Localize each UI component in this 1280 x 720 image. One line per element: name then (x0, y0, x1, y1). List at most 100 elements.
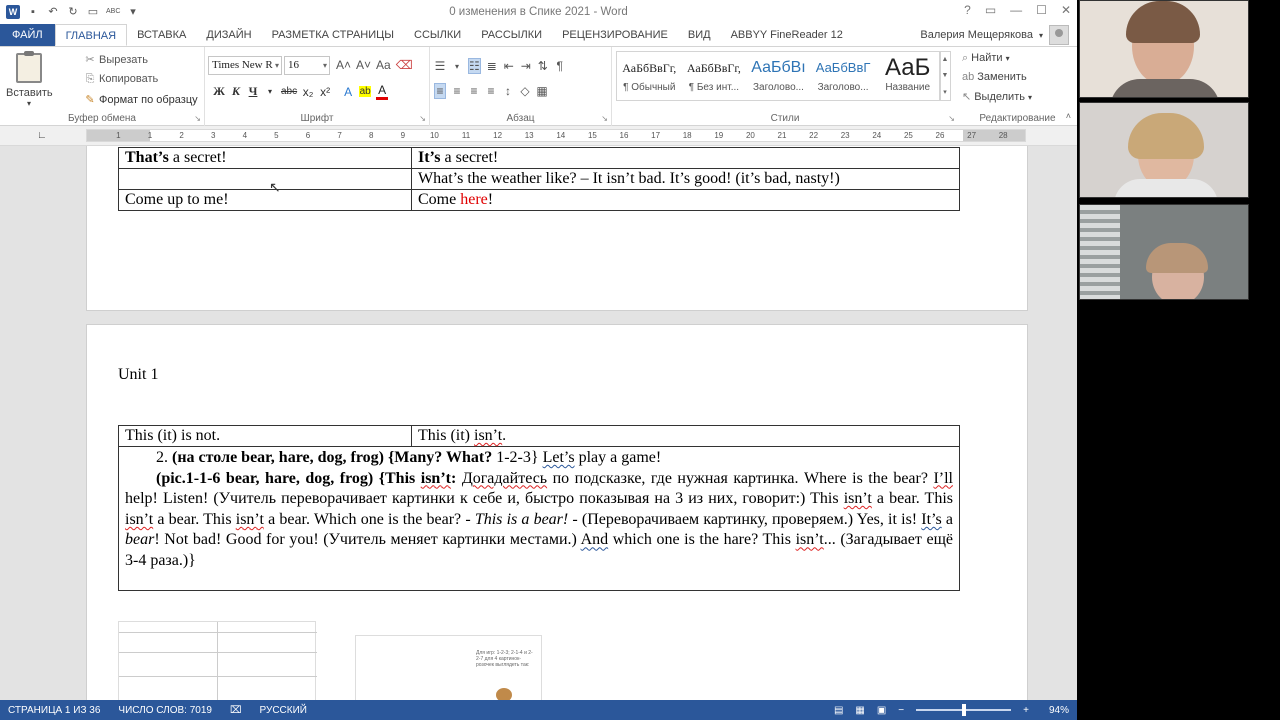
minimize-button[interactable]: — (1010, 3, 1022, 17)
redo-icon[interactable]: ↻ (66, 5, 80, 19)
tab-home[interactable]: ГЛАВНАЯ (54, 24, 128, 46)
table-cell[interactable]: This (it) isn’t. (411, 425, 960, 447)
format-painter-button[interactable]: ✎ Формат по образцу (84, 93, 197, 106)
style-no-spacing[interactable]: АаБбВвГг, ¶ Без инт... (682, 52, 747, 100)
proofing-icon[interactable]: ⌧ (230, 705, 242, 716)
spelling-icon[interactable]: ABC (106, 5, 120, 19)
bullets-icon[interactable]: ☰ (434, 59, 446, 73)
underline-button[interactable]: Ч (247, 84, 259, 99)
align-center-icon[interactable]: ≡ (451, 84, 463, 98)
tab-insert[interactable]: ВСТАВКА (127, 24, 196, 46)
style-title[interactable]: АаБ Название (875, 52, 940, 100)
print-layout-icon[interactable]: ▦ (855, 705, 864, 716)
highlight-button[interactable]: ab (359, 86, 372, 97)
participant-video[interactable] (1079, 102, 1249, 198)
save-icon[interactable]: ▪ (26, 5, 40, 19)
table-cell[interactable]: Come up to me! (118, 189, 412, 211)
replace-button[interactable]: ab Заменить (962, 71, 1027, 83)
help-button[interactable]: ? (964, 3, 971, 17)
italic-button[interactable]: К (230, 84, 242, 99)
undo-icon[interactable]: ↶ (46, 5, 60, 19)
font-size-combo[interactable]: 16 ▾ (284, 56, 330, 75)
font-name-combo[interactable]: Times New R ▾ (208, 56, 282, 75)
zoom-out-icon[interactable]: − (898, 705, 904, 716)
clear-formatting-icon[interactable]: ⌫ (396, 58, 413, 72)
tab-page-layout[interactable]: РАЗМЕТКА СТРАНИЦЫ (262, 24, 404, 46)
style-normal[interactable]: АаБбВвГг, ¶ Обычный (617, 52, 682, 100)
dialog-launcher-icon[interactable]: ↘ (194, 114, 201, 123)
zoom-in-icon[interactable]: + (1023, 705, 1029, 716)
styles-scroll[interactable]: ▲ ▼ ▾ (939, 51, 951, 101)
change-case-button[interactable]: Aa (376, 58, 391, 72)
find-button[interactable]: ⌕ Найти ▾ (962, 52, 1010, 65)
table-cell[interactable]: 2. (на столе bear, hare, dog, frog) {Man… (118, 446, 960, 591)
justify-icon[interactable]: ≡ (485, 84, 497, 98)
table-cell[interactable]: That’s a secret! (118, 147, 412, 169)
close-button[interactable]: ✕ (1061, 3, 1071, 17)
user-account[interactable]: Валерия Мещерякова ▾ (920, 24, 1069, 46)
numbering-icon[interactable]: ☷ (468, 58, 481, 74)
chevron-down-icon[interactable]: ▼ (942, 72, 949, 79)
word-count[interactable]: ЧИСЛО СЛОВ: 7019 (118, 705, 212, 716)
shading-icon[interactable]: ◇ (519, 84, 531, 98)
style-heading-2[interactable]: АаБбВвГ Заголово... (811, 52, 876, 100)
line-spacing-icon[interactable]: ↕ (502, 84, 514, 98)
dialog-launcher-icon[interactable]: ↘ (419, 114, 426, 123)
embedded-table-image[interactable] (118, 621, 317, 700)
select-button[interactable]: ↖ Выделить ▾ (962, 90, 1032, 103)
grow-font-button[interactable]: A˄ (336, 58, 351, 72)
tab-references[interactable]: ССЫЛКИ (404, 24, 471, 46)
page-indicator[interactable]: СТРАНИЦА 1 ИЗ 36 (8, 705, 100, 716)
tab-selector-icon[interactable]: ∟ (37, 130, 47, 141)
align-right-icon[interactable]: ≡ (468, 84, 480, 98)
text-effects-button[interactable]: A (342, 85, 354, 99)
read-mode-icon[interactable]: ▤ (834, 705, 843, 716)
tab-file[interactable]: ФАЙЛ (0, 24, 55, 46)
tab-design[interactable]: ДИЗАЙН (196, 24, 261, 46)
collapse-ribbon-icon[interactable]: ˄ (1066, 111, 1071, 121)
zoom-slider[interactable] (916, 704, 1012, 716)
show-marks-icon[interactable]: ¶ (554, 59, 566, 73)
table-cell[interactable]: This (it) is not. (118, 425, 412, 447)
web-layout-icon[interactable]: ▣ (877, 705, 886, 716)
shrink-font-button[interactable]: A˅ (356, 58, 371, 72)
table-cell[interactable]: Come here! (411, 189, 960, 211)
dialog-launcher-icon[interactable]: ↘ (948, 114, 955, 123)
table-cell[interactable] (118, 168, 412, 190)
style-heading-1[interactable]: АаБбВı Заголово... (746, 52, 811, 100)
copy-button[interactable]: ⎘ Копировать (84, 73, 159, 86)
table-cell[interactable]: What’s the weather like? – It isn’t bad.… (411, 168, 960, 190)
participant-video[interactable] (1079, 204, 1249, 300)
subscript-button[interactable]: x₂ (302, 85, 314, 99)
participant-video[interactable] (1079, 0, 1249, 98)
cut-button[interactable]: ✂ Вырезать (84, 53, 148, 66)
embedded-picture[interactable]: Для игр: 1-2-3; 2-1-4 и 2-2-7 для 4 карт… (355, 635, 542, 700)
zoom-level[interactable]: 94% (1049, 705, 1069, 716)
maximize-button[interactable]: ☐ (1036, 3, 1047, 17)
customize-toolbar-icon[interactable]: ▾ (126, 5, 140, 19)
sort-icon[interactable]: ⇅ (537, 59, 549, 73)
align-left-icon[interactable]: ≡ (434, 83, 446, 99)
strikethrough-button[interactable]: abc (281, 86, 297, 97)
tab-review[interactable]: РЕЦЕНЗИРОВАНИЕ (552, 24, 678, 46)
dialog-launcher-icon[interactable]: ↘ (601, 114, 608, 123)
decrease-indent-icon[interactable]: ⇤ (503, 59, 515, 73)
tab-abbyy[interactable]: ABBYY FineReader 12 (721, 24, 853, 46)
multilevel-list-icon[interactable]: ≣ (486, 59, 498, 73)
font-color-button[interactable]: A (376, 83, 389, 100)
ribbon-display-button[interactable]: ▭ (985, 3, 996, 17)
chevron-up-icon[interactable]: ▲ (942, 56, 949, 63)
bold-button[interactable]: Ж (213, 84, 225, 99)
more-icon[interactable]: ▾ (943, 88, 947, 96)
borders-icon[interactable]: ▦ (536, 84, 548, 98)
tab-view[interactable]: ВИД (678, 24, 721, 46)
language-indicator[interactable]: РУССКИЙ (260, 705, 307, 716)
table-cell[interactable]: It’s a secret! (411, 147, 960, 169)
paste-button[interactable]: Вставить ▾ (6, 51, 53, 108)
document-area[interactable]: That’s a secret! It’s a secret! What’s t… (0, 146, 1077, 700)
ruler-bar[interactable]: 1 1 2 3 4 5 6 7 8 9 10 11 12 13 14 15 16 17 18 19 20 21 22 23 24… (86, 129, 1026, 142)
open-icon[interactable]: ▭ (86, 5, 100, 19)
tab-mailings[interactable]: РАССЫЛКИ (471, 24, 552, 46)
superscript-button[interactable]: x² (319, 85, 331, 99)
increase-indent-icon[interactable]: ⇥ (520, 59, 532, 73)
